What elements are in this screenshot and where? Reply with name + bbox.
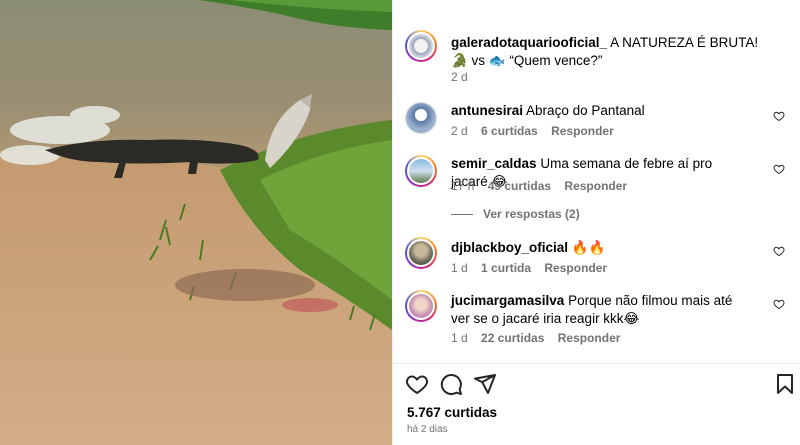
heart-icon[interactable] [773, 245, 785, 257]
reply-button[interactable]: Responder [544, 261, 607, 275]
comment-age: 1 d [451, 261, 468, 275]
comment-age: 17 h [451, 179, 475, 193]
commenter-avatar[interactable] [405, 290, 437, 322]
commenter-avatar[interactable] [405, 237, 437, 269]
comment-text: Abraço do Pantanal [526, 103, 645, 118]
comment-item: antunesirai Abraço do Pantanal 2 d 6 cur… [405, 102, 785, 142]
heart-icon[interactable] [773, 298, 785, 310]
comment-likes[interactable]: 6 curtidas [481, 124, 538, 138]
comment-age: 2 d [451, 124, 468, 138]
commenter-avatar[interactable] [405, 102, 437, 134]
comment-likes[interactable]: 22 curtidas [481, 331, 544, 345]
comment-icon[interactable] [439, 372, 463, 396]
comment-text: 🔥🔥 [571, 240, 606, 255]
share-icon[interactable] [473, 372, 497, 396]
comment-item: jucimargamasilva Porque não filmou mais … [405, 290, 785, 346]
comment-likes[interactable]: 49 curtidas [488, 179, 551, 193]
comment-username[interactable]: djblackboy_oficial [451, 240, 568, 255]
replies-divider [451, 213, 473, 215]
post-media[interactable] [0, 0, 392, 445]
post-panel: galeradotaquariooficial_ A NATUREZA É BR… [392, 0, 800, 445]
author-username[interactable]: galeradotaquariooficial_ [451, 35, 607, 50]
view-replies-label: Ver respostas (2) [483, 207, 580, 221]
heart-icon[interactable] [773, 163, 785, 175]
heart-icon[interactable] [405, 372, 429, 396]
comment-likes[interactable]: 1 curtida [481, 261, 531, 275]
comment-age: 1 d [451, 331, 468, 345]
author-avatar[interactable] [405, 30, 437, 62]
reply-button[interactable]: Responder [558, 331, 621, 345]
alligator-video-frame [0, 0, 392, 445]
post-age: 2 d [451, 70, 468, 84]
commenter-avatar[interactable] [405, 155, 437, 187]
reply-button[interactable]: Responder [564, 179, 627, 193]
bookmark-icon[interactable] [773, 372, 797, 396]
comment-username[interactable]: jucimargamasilva [451, 293, 564, 308]
comment-item: djblackboy_oficial 🔥🔥 1 d 1 curtida Resp… [405, 237, 785, 277]
action-bar [393, 363, 800, 403]
heart-icon[interactable] [773, 110, 785, 122]
reply-button[interactable]: Responder [551, 124, 614, 138]
comment-username[interactable]: antunesirai [451, 103, 523, 118]
post-date: há 2 dias [407, 424, 448, 435]
view-replies-button[interactable]: Ver respostas (2) [451, 207, 580, 221]
comment-username[interactable]: semir_caldas [451, 156, 537, 171]
comment-item: semir_caldas Uma semana de febre aí pro … [405, 155, 785, 195]
likes-count[interactable]: 5.767 curtidas [407, 405, 497, 420]
